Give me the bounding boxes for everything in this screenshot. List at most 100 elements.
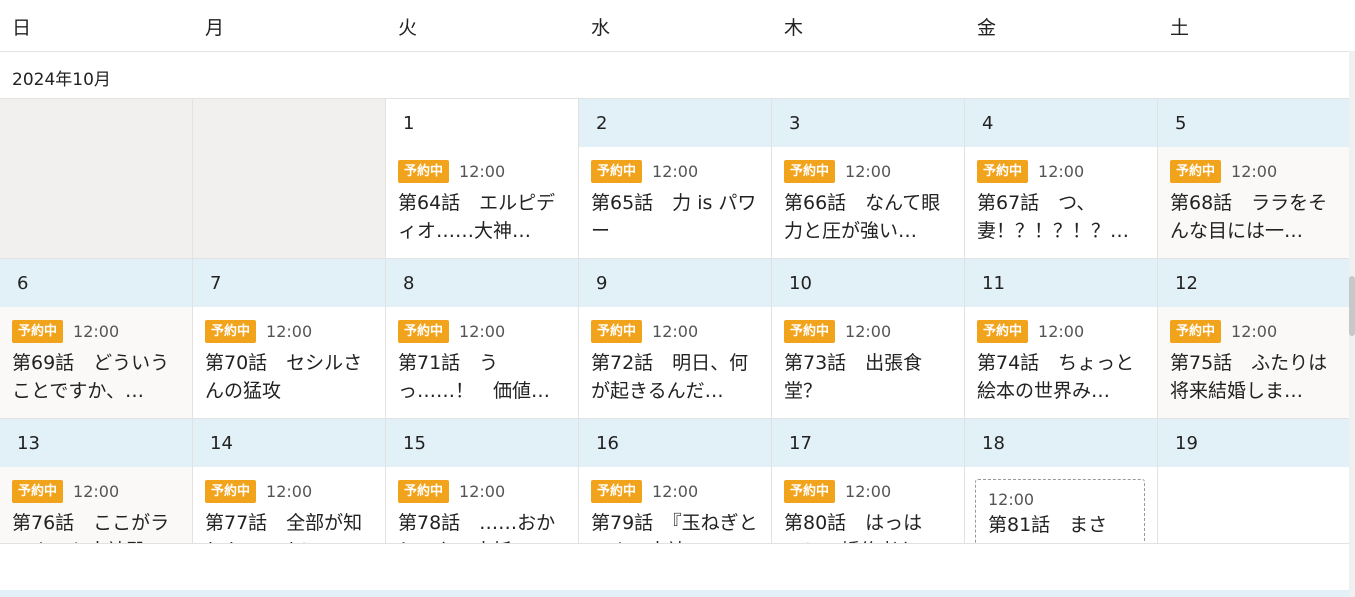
day-cell[interactable]: 9 予約中 12:00 第72話 明日、何が起きるんだ… bbox=[579, 259, 772, 418]
reserved-badge: 予約中 bbox=[398, 479, 450, 503]
day-cell[interactable]: 7 予約中 12:00 第70話 セシルさんの猛攻 bbox=[193, 259, 386, 418]
episode-title[interactable]: 第71話 うっ……！ 価値… bbox=[398, 349, 568, 405]
episode-title[interactable]: 第70話 セシルさんの猛攻 bbox=[205, 349, 375, 405]
day-cell[interactable]: 18 12:00 第81話 まさに、神から… bbox=[965, 419, 1158, 543]
episode-entry[interactable]: 予約中 12:00 第64話 エルピディオ……大神… bbox=[386, 147, 578, 258]
episode-title[interactable]: 第68話 ララをそんな目には一… bbox=[1170, 189, 1341, 245]
publish-time: 12:00 bbox=[266, 321, 313, 341]
reserved-badge: 予約中 bbox=[12, 479, 64, 503]
reserved-badge: 予約中 bbox=[591, 479, 643, 503]
episode-title[interactable]: 第65話 力 is パワー bbox=[591, 189, 761, 245]
episode-entry[interactable]: 予約中 12:00 第65話 力 is パワー bbox=[579, 147, 771, 258]
episode-entry[interactable]: 予約中 12:00 第72話 明日、何が起きるんだ… bbox=[579, 307, 771, 418]
day-cell[interactable]: 4 予約中 12:00 第67話 つ、妻！？！？！？… bbox=[965, 99, 1158, 258]
publish-time: 12:00 bbox=[845, 481, 892, 501]
episode-title[interactable]: 第77話 全部が知りたいです！ bbox=[205, 509, 375, 543]
day-cell[interactable]: 19 bbox=[1158, 419, 1349, 543]
day-cell[interactable]: 1 予約中 12:00 第64話 エルピディオ……大神… bbox=[386, 99, 579, 258]
episode-title[interactable]: 第76話 ここがラスナント大神殿 bbox=[12, 509, 182, 543]
episode-title[interactable]: 第67話 つ、妻！？！？！？… bbox=[977, 189, 1147, 245]
episode-title[interactable]: 第75話 ふたりは将来結婚しま… bbox=[1170, 349, 1341, 405]
reserved-badge: 予約中 bbox=[205, 479, 257, 503]
day-cell[interactable]: 11 予約中 12:00 第74話 ちょっと絵本の世界み… bbox=[965, 259, 1158, 418]
episode-entry[interactable]: 予約中 12:00 第68話 ララをそんな目には一… bbox=[1158, 147, 1351, 258]
episode-title[interactable]: 第73話 出張食堂？ bbox=[784, 349, 954, 405]
weekday-header: 日 月 火 水 木 金 土 bbox=[0, 0, 1349, 52]
publish-time: 12:00 bbox=[73, 481, 120, 501]
day-number: 19 bbox=[1158, 419, 1349, 467]
day-cell[interactable]: 3 予約中 12:00 第66話 なんて眼力と圧が強い… bbox=[772, 99, 965, 258]
episode-entry[interactable]: 予約中 12:00 第71話 うっ……！ 価値… bbox=[386, 307, 578, 418]
episode-title[interactable]: 第66話 なんて眼力と圧が強い… bbox=[784, 189, 954, 245]
publish-time: 12:00 bbox=[652, 161, 699, 181]
reserved-badge: 予約中 bbox=[1170, 159, 1222, 183]
day-cell[interactable]: 10 予約中 12:00 第73話 出張食堂？ bbox=[772, 259, 965, 418]
next-week-date-band bbox=[0, 590, 1349, 597]
day-number: 12 bbox=[1158, 259, 1351, 307]
day-number: 13 bbox=[0, 419, 192, 467]
weekday-mon: 月 bbox=[205, 17, 225, 39]
day-number: 15 bbox=[386, 419, 578, 467]
episode-entry[interactable]: 予約中 12:00 第75話 ふたりは将来結婚しま… bbox=[1158, 307, 1351, 418]
day-cell[interactable]: 8 予約中 12:00 第71話 うっ……！ 価値… bbox=[386, 259, 579, 418]
day-number: 10 bbox=[772, 259, 964, 307]
weekday-tue: 火 bbox=[398, 17, 418, 39]
episode-title[interactable]: 第79話 『玉ねぎとツナの大神… bbox=[591, 509, 761, 543]
episode-title[interactable]: 第80話 はっはい！ 婚約者な… bbox=[784, 509, 954, 543]
publish-time: 12:00 bbox=[459, 161, 506, 181]
day-number: 3 bbox=[772, 99, 964, 147]
day-cell[interactable]: 12 予約中 12:00 第75話 ふたりは将来結婚しま… bbox=[1158, 259, 1351, 418]
day-cell[interactable]: 15 予約中 12:00 第78話 ……おかしいな。大抵… bbox=[386, 419, 579, 543]
scrollbar-thumb[interactable] bbox=[1349, 276, 1355, 336]
day-cell[interactable]: 16 予約中 12:00 第79話 『玉ねぎとツナの大神… bbox=[579, 419, 772, 543]
day-number: 2 bbox=[579, 99, 771, 147]
episode-entry[interactable]: 予約中 12:00 第74話 ちょっと絵本の世界み… bbox=[965, 307, 1157, 418]
empty-day-content bbox=[1158, 467, 1349, 543]
episode-title[interactable]: 第78話 ……おかしいな。大抵… bbox=[398, 509, 568, 543]
episode-entry[interactable]: 予約中 12:00 第76話 ここがラスナント大神殿 bbox=[0, 467, 192, 543]
week-row: 13 予約中 12:00 第76話 ここがラスナント大神殿 14 予約中 12:00… bbox=[0, 419, 1349, 544]
day-number: 18 bbox=[965, 419, 1157, 467]
day-cell[interactable]: 5 予約中 12:00 第68話 ララをそんな目には一… bbox=[1158, 99, 1351, 258]
episode-title[interactable]: 第64話 エルピディオ……大神… bbox=[398, 189, 568, 245]
day-cell[interactable]: 13 予約中 12:00 第76話 ここがラスナント大神殿 bbox=[0, 419, 193, 543]
reserved-badge: 予約中 bbox=[1170, 319, 1222, 343]
day-cell[interactable]: 17 予約中 12:00 第80話 はっはい！ 婚約者な… bbox=[772, 419, 965, 543]
episode-entry[interactable]: 予約中 12:00 第73話 出張食堂？ bbox=[772, 307, 964, 418]
week-row: 1 予約中 12:00 第64話 エルピディオ……大神… 2 予約中 12:00 第… bbox=[0, 99, 1351, 259]
episode-entry[interactable]: 予約中 12:00 第67話 つ、妻！？！？！？… bbox=[965, 147, 1157, 258]
publish-time: 12:00 bbox=[1231, 321, 1278, 341]
episode-entry[interactable]: 予約中 12:00 第78話 ……おかしいな。大抵… bbox=[386, 467, 578, 543]
draft-episode-card[interactable]: 12:00 第81話 まさに、神から… bbox=[975, 479, 1145, 543]
day-number: 17 bbox=[772, 419, 964, 467]
reserved-badge: 予約中 bbox=[398, 159, 450, 183]
weekday-sun: 日 bbox=[12, 17, 32, 39]
day-cell[interactable]: 6 予約中 12:00 第69話 どういうことですか、… bbox=[0, 259, 193, 418]
publish-time: 12:00 bbox=[459, 321, 506, 341]
episode-entry[interactable]: 予約中 12:00 第70話 セシルさんの猛攻 bbox=[193, 307, 385, 418]
episode-entry[interactable]: 予約中 12:00 第80話 はっはい！ 婚約者な… bbox=[772, 467, 964, 543]
week-row: 6 予約中 12:00 第69話 どういうことですか、… 7 予約中 12:00 第… bbox=[0, 259, 1351, 419]
publish-time: 12:00 bbox=[652, 481, 699, 501]
episode-title[interactable]: 第74話 ちょっと絵本の世界み… bbox=[977, 349, 1147, 405]
publish-time: 12:00 bbox=[845, 321, 892, 341]
publish-time: 12:00 bbox=[652, 321, 699, 341]
day-cell[interactable]: 14 予約中 12:00 第77話 全部が知りたいです！ bbox=[193, 419, 386, 543]
reserved-badge: 予約中 bbox=[12, 319, 64, 343]
reserved-badge: 予約中 bbox=[205, 319, 257, 343]
episode-entry[interactable]: 予約中 12:00 第79話 『玉ねぎとツナの大神… bbox=[579, 467, 771, 543]
episode-entry[interactable]: 予約中 12:00 第66話 なんて眼力と圧が強い… bbox=[772, 147, 964, 258]
weekday-wed: 水 bbox=[591, 17, 611, 39]
episode-title[interactable]: 第81話 まさに、神から… bbox=[988, 511, 1132, 543]
episode-entry[interactable]: 予約中 12:00 第77話 全部が知りたいです！ bbox=[193, 467, 385, 543]
episode-title[interactable]: 第69話 どういうことですか、… bbox=[12, 349, 182, 405]
day-number: 4 bbox=[965, 99, 1157, 147]
episode-entry[interactable]: 予約中 12:00 第69話 どういうことですか、… bbox=[0, 307, 192, 418]
month-label: 2024年10月 bbox=[0, 52, 1349, 99]
draft-entry-area: 12:00 第81話 まさに、神から… bbox=[965, 467, 1157, 543]
publish-time: 12:00 bbox=[1231, 161, 1278, 181]
weekday-fri: 金 bbox=[977, 17, 997, 39]
episode-title[interactable]: 第72話 明日、何が起きるんだ… bbox=[591, 349, 761, 405]
day-number: 1 bbox=[386, 99, 578, 147]
day-cell[interactable]: 2 予約中 12:00 第65話 力 is パワー bbox=[579, 99, 772, 258]
